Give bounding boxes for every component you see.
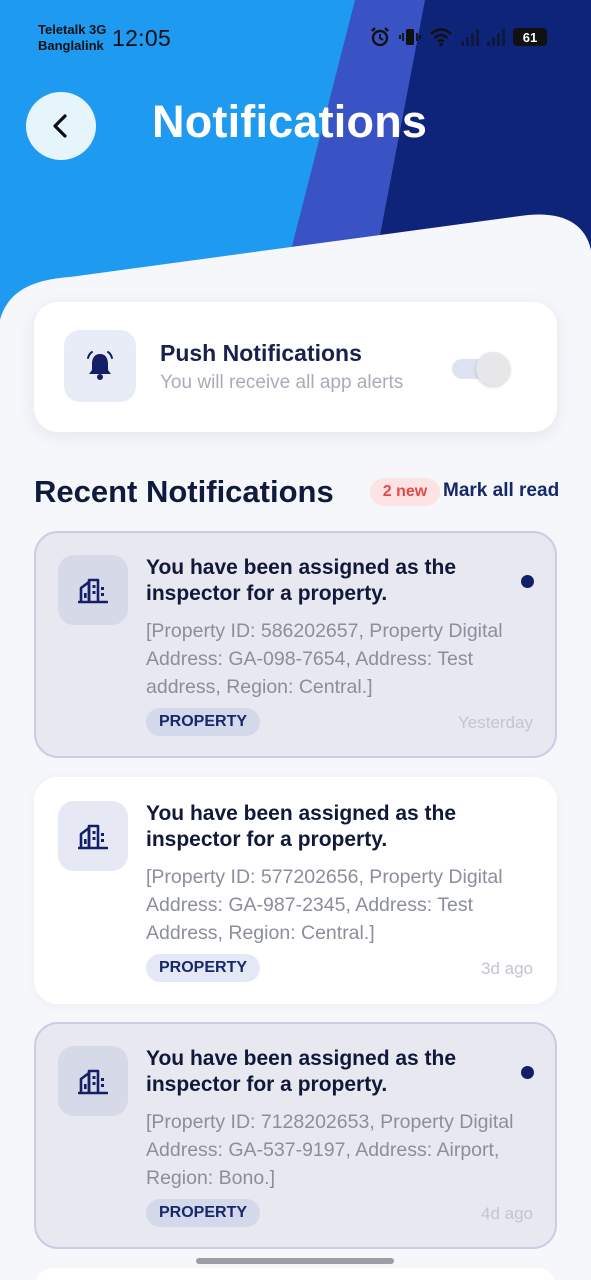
- notification-card-partial[interactable]: [34, 1268, 557, 1280]
- notification-body: [Property ID: 7128202653, Property Digit…: [146, 1111, 514, 1189]
- home-indicator[interactable]: [196, 1258, 394, 1264]
- notification-tag: PROPERTY: [146, 708, 261, 736]
- status-bar: Teletalk 3G Banglalink 12:05 61: [0, 0, 591, 70]
- push-notifications-card: Push Notifications You will receive all …: [34, 302, 557, 432]
- wifi-icon: [430, 28, 452, 47]
- notification-card[interactable]: You have been assigned as the inspector …: [34, 531, 557, 758]
- notification-time: 3d ago: [481, 959, 533, 978]
- notification-body: [Property ID: 577202656, Property Digita…: [146, 866, 503, 944]
- push-icon-box: [64, 330, 136, 402]
- alarm-icon: [371, 27, 389, 47]
- unread-dot-icon: [521, 1066, 534, 1079]
- push-title: Push Notifications: [160, 340, 362, 366]
- notification-time: 4d ago: [481, 1204, 533, 1223]
- carrier-names: Teletalk 3G Banglalink: [38, 22, 106, 54]
- status-time: 12:05: [112, 25, 172, 51]
- carrier-1: Teletalk 3G: [38, 22, 107, 37]
- notification-icon-box: [58, 801, 128, 871]
- building-icon: [78, 1069, 108, 1095]
- carrier-2: Banglalink: [38, 38, 104, 53]
- status-icons: 61: [369, 26, 547, 48]
- vibrate-icon: [399, 29, 421, 45]
- unread-dot-icon: [521, 575, 534, 588]
- notification-icon-box: [58, 555, 128, 625]
- signal-2-icon: [487, 28, 505, 46]
- page-title: Notifications: [152, 96, 428, 147]
- notification-tag: PROPERTY: [146, 954, 261, 982]
- toggle-knob: [476, 352, 510, 386]
- notification-body: [Property ID: 586202657, Property Digita…: [146, 620, 503, 698]
- notification-title: You have been assigned as the inspector …: [146, 802, 457, 851]
- notification-time: Yesterday: [458, 713, 533, 732]
- notification-title: You have been assigned as the inspector …: [146, 556, 457, 605]
- push-subtitle: You will receive all app alerts: [160, 372, 404, 393]
- signal-1-icon: [461, 28, 479, 46]
- notification-card[interactable]: You have been assigned as the inspector …: [34, 777, 557, 1004]
- push-toggle[interactable]: [452, 352, 514, 386]
- notification-icon-box: [58, 1046, 128, 1116]
- chevron-left-icon: [53, 114, 67, 138]
- new-count-badge: 2 new: [370, 478, 440, 506]
- notification-card[interactable]: You have been assigned as the inspector …: [34, 1022, 557, 1249]
- back-button[interactable]: [26, 92, 96, 160]
- bell-icon: [87, 351, 113, 380]
- building-icon: [78, 578, 108, 604]
- building-icon: [78, 824, 108, 850]
- battery-icon: 61: [513, 28, 547, 46]
- notification-title: You have been assigned as the inspector …: [146, 1047, 457, 1096]
- recent-notifications-title: Recent Notifications: [34, 474, 334, 509]
- notification-tag: PROPERTY: [146, 1199, 261, 1227]
- mark-all-read-button[interactable]: Mark all read: [443, 480, 559, 502]
